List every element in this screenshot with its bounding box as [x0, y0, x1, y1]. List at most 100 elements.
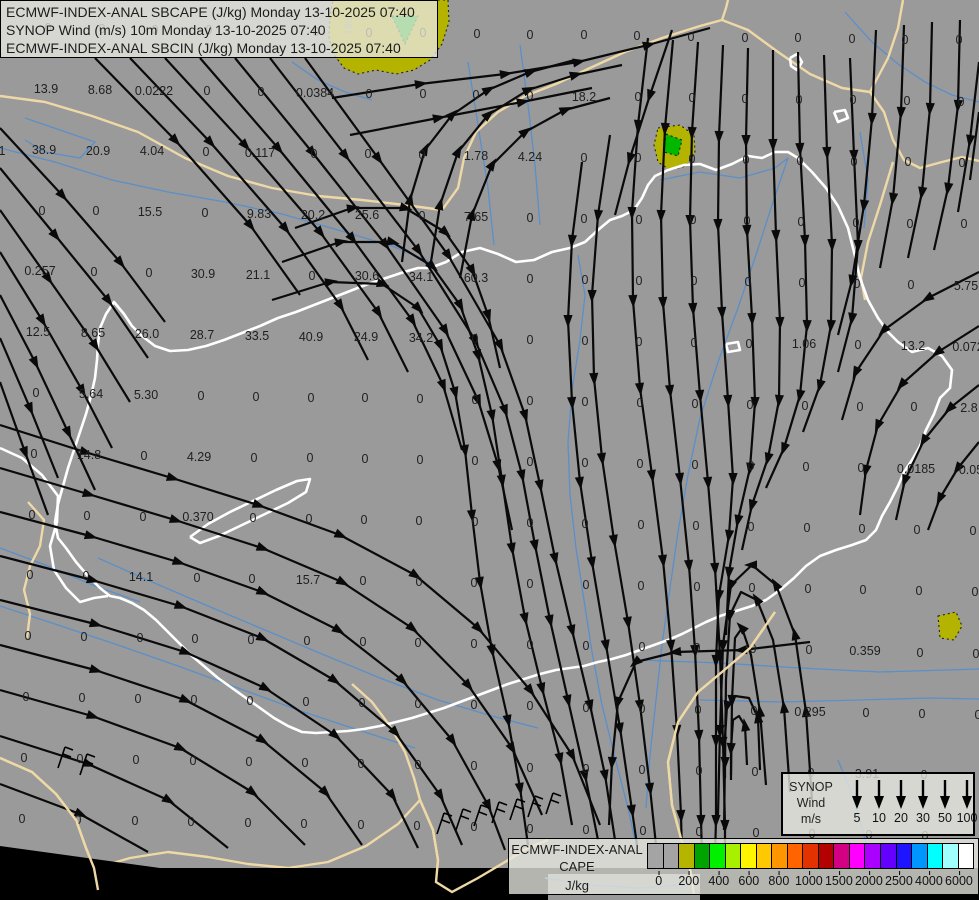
tick-mark: [928, 871, 930, 875]
cape-value-label: 14.1: [129, 570, 153, 584]
cape-value-label: 0.0185: [897, 462, 935, 476]
cape-value-label: 0: [583, 578, 590, 592]
map-title-box: ECMWF-INDEX-ANAL SBCAPE (J/kg) Monday 13…: [0, 0, 438, 58]
cape-tick-label: 800: [768, 871, 789, 888]
cape-value-label: 0: [748, 459, 755, 473]
cape-value-label: 0: [306, 512, 313, 526]
synop-speed-column: 10: [867, 778, 891, 825]
cape-value-label: 0: [958, 95, 965, 109]
cape-value-label: 0: [956, 33, 963, 47]
cape-value-label: 0: [81, 630, 88, 644]
cape-value-label: 0: [84, 509, 91, 523]
cape-color-cell: [693, 843, 710, 869]
cape-value-label: 0: [194, 571, 201, 585]
cape-tick-label: 2500: [885, 871, 913, 888]
cape-value-label: 0: [970, 524, 977, 538]
cape-value-label: 0: [742, 31, 749, 45]
cape-value-label: 0: [902, 33, 909, 47]
cape-value-label: 0: [309, 269, 316, 283]
cape-value-label: 0: [904, 94, 911, 108]
cape-color-cell: [926, 843, 943, 869]
tick-mark: [868, 871, 870, 875]
tick-mark: [718, 871, 720, 875]
cape-value-label: 0.359: [849, 644, 880, 658]
cape-value-label: 0: [743, 153, 750, 167]
cape-value-label: 0.072: [952, 340, 979, 354]
cape-value-label: 0: [417, 453, 424, 467]
cape-value-label: 0: [83, 569, 90, 583]
cape-value-label: 0: [251, 451, 258, 465]
cape-value-label: 0: [742, 92, 749, 106]
cape-value-label: 0: [472, 454, 479, 468]
down-arrow-icon: [918, 780, 928, 809]
cape-value-label: 0: [202, 206, 209, 220]
cape-value-label: 0: [417, 392, 424, 406]
cape-value-label: 0: [203, 145, 210, 159]
cape-value-label: 0: [141, 449, 148, 463]
cape-legend-title: ECMWF-INDEX-ANAL CAPE J/kg: [509, 839, 645, 894]
cape-value-label: 0: [799, 276, 806, 290]
cape-units-label: J/kg: [565, 878, 589, 893]
cape-value-label: 0: [527, 28, 534, 42]
cape-value-label: 0: [749, 581, 756, 595]
cape-value-label: 0: [140, 510, 147, 524]
cape-colorbar: 0 200 400 600 800 1000 1500 2000 2500 4000 6000: [645, 839, 978, 894]
cape-tick-label: 200: [678, 871, 699, 888]
cape-value-label: 0: [582, 273, 589, 287]
cape-value-label: 0.0384: [296, 86, 334, 100]
cape-value-label: 0: [527, 638, 534, 652]
cape-value-label: 0: [472, 515, 479, 529]
cape-value-label: 0: [637, 396, 644, 410]
cape-value-label: 0: [695, 703, 702, 717]
cape-value-label: 0: [77, 752, 84, 766]
cape-value-label: 0: [581, 151, 588, 165]
cape-value-label: 0: [638, 518, 645, 532]
cape-value-label: 0: [692, 397, 699, 411]
cape-value-label: 0: [748, 520, 755, 534]
cape-value-label: 0: [527, 455, 534, 469]
cape-value-label: 0: [31, 447, 38, 461]
cape-value-label: 0: [416, 575, 423, 589]
cape-tick-label: 0: [655, 871, 662, 888]
cape-value-label: 0: [415, 636, 422, 650]
cape-value-label: 0: [133, 753, 140, 767]
cape-value-label: 0: [636, 274, 643, 288]
cape-value-label: 14.8: [77, 448, 101, 462]
cape-value-label: 4.29: [187, 450, 211, 464]
cape-value-label: 0: [253, 390, 260, 404]
cape-value-label: 0: [132, 814, 139, 828]
cape-value-label: 0: [472, 393, 479, 407]
cape-value-label: 0: [639, 640, 646, 654]
cape-value-label: 0: [91, 265, 98, 279]
synop-speed-column: 30: [911, 778, 935, 825]
cape-value-label: 2.8: [960, 401, 977, 415]
cape-value-label: 0: [25, 629, 32, 643]
cape-value-label: 9.83: [247, 207, 271, 221]
tick-mark: [748, 871, 750, 875]
cape-value-label: 5.64: [79, 387, 103, 401]
cape-value-label: 0: [474, 27, 481, 41]
cape-value-label: 1: [0, 144, 6, 158]
cape-color-cell: [740, 843, 756, 869]
cape-value-label: 0: [691, 336, 698, 350]
cape-value-label: 0: [858, 461, 865, 475]
cape-value-label: 0: [917, 646, 924, 660]
title-line-sbcape: ECMWF-INDEX-ANAL SBCAPE (J/kg) Monday 13…: [6, 4, 415, 20]
cape-value-label: 0: [692, 458, 699, 472]
cape-color-cell: [786, 843, 803, 869]
weather-map: 0 0 0 0 0 0 0 0 0 0 0 0 0 0 0 0 0 0 13.9 8.68 0.0222 0 0 0.0384…: [0, 0, 979, 900]
cape-value-label: 0: [640, 824, 647, 838]
cape-value-label: 0: [747, 398, 754, 412]
cape-value-label: 0: [415, 697, 422, 711]
cape-value-label: 5.75: [954, 279, 978, 293]
cape-value-label: 0: [204, 84, 211, 98]
cape-color-cell: [724, 843, 741, 869]
cape-value-label: 0: [859, 522, 866, 536]
cape-value-label: 5.30: [134, 388, 158, 402]
cape-value-label: 0: [798, 215, 805, 229]
cape-value-label: 0: [192, 632, 199, 646]
cape-color-cell: [802, 843, 818, 869]
synop-speed-label: 10: [872, 811, 886, 825]
cape-value-label: 13.9: [34, 82, 58, 96]
cape-tick-label: 1500: [825, 871, 853, 888]
